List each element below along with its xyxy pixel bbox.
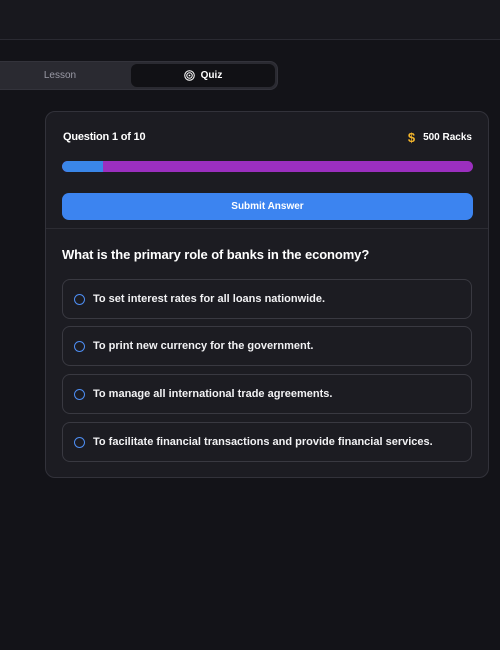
radio-icon[interactable]: [74, 388, 85, 400]
question-counter: Question 1 of 10: [63, 131, 146, 143]
quiz-card: Question 1 of 10 $ 500 Racks Submit Answ…: [45, 111, 489, 478]
tab-quiz-label: Quiz: [200, 70, 223, 81]
answer-option-4[interactable]: To facilitate financial transactions and…: [62, 422, 472, 462]
answer-option-label: To print new currency for the government…: [93, 340, 314, 352]
top-bar: [0, 0, 500, 40]
answer-option-2[interactable]: To print new currency for the government…: [62, 326, 472, 366]
racks-label: 500 Racks: [423, 132, 472, 143]
question-text: What is the primary role of banks in the…: [62, 247, 370, 262]
progress-bar: [62, 161, 473, 172]
radio-icon[interactable]: [74, 436, 85, 448]
answer-option-1[interactable]: To set interest rates for all loans nati…: [62, 279, 472, 319]
dollar-icon: $: [407, 130, 416, 145]
answer-option-label: To manage all international trade agreem…: [93, 388, 333, 400]
radio-icon[interactable]: [74, 340, 85, 352]
quiz-header: Question 1 of 10 $ 500 Racks Submit Answ…: [46, 112, 488, 229]
radio-icon[interactable]: [74, 293, 85, 305]
tab-bar: Lesson Quiz: [0, 61, 278, 90]
tab-quiz[interactable]: Quiz: [131, 64, 275, 87]
answer-option-label: To facilitate financial transactions and…: [93, 436, 433, 448]
submit-answer-button[interactable]: Submit Answer: [62, 193, 473, 220]
tab-lesson[interactable]: Lesson: [1, 62, 119, 89]
answer-option-3[interactable]: To manage all international trade agreem…: [62, 374, 472, 414]
progress-fill: [62, 161, 104, 172]
tab-lesson-label: Lesson: [43, 70, 77, 81]
target-icon: [183, 70, 195, 81]
racks-balance: $ 500 Racks: [408, 131, 472, 144]
answer-option-label: To set interest rates for all loans nati…: [93, 293, 326, 305]
